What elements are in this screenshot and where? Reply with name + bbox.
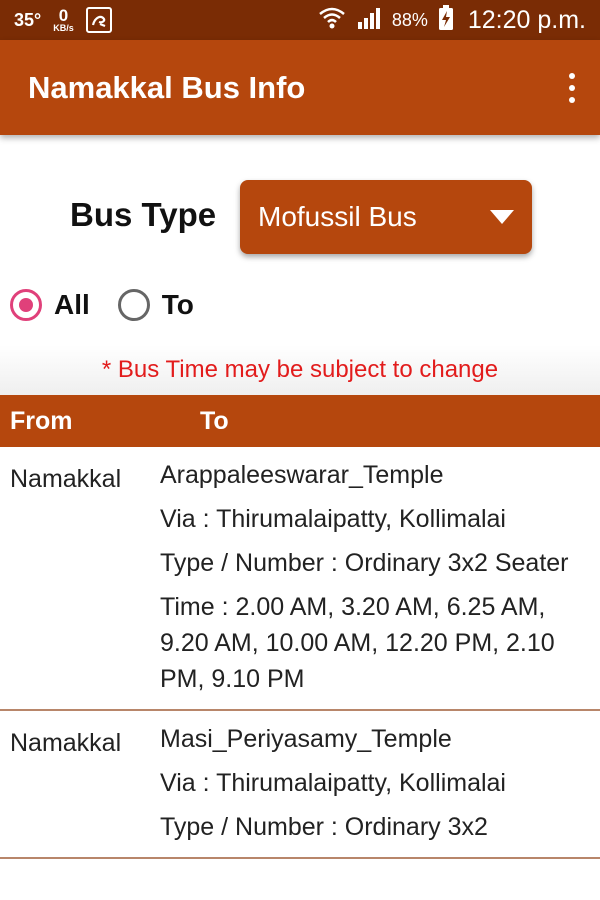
row-from: Namakkal	[10, 729, 122, 757]
column-header-to: To	[200, 407, 229, 435]
row-via: Via : Thirumalaipatty, Kollimalai	[160, 505, 506, 533]
battery-percent: 88%	[391, 9, 428, 30]
bus-type-selected: Mofussil Bus	[258, 201, 417, 232]
network-speed-unit: KB/s	[53, 23, 74, 33]
app-notification-icon	[85, 7, 112, 33]
row-detail: Arappaleeswarar_Temple Via : Thirumalaip…	[160, 457, 596, 697]
bus-list[interactable]: Namakkal Arappaleeswarar_Temple Via : Th…	[0, 447, 600, 900]
row-from: Namakkal	[10, 465, 122, 493]
battery-charging-icon	[438, 4, 454, 36]
bus-row[interactable]: Namakkal Arappaleeswarar_Temple Via : Th…	[0, 447, 600, 711]
clock: 12:20 p.m.	[467, 5, 586, 34]
menu-dot	[569, 85, 575, 91]
table-header: From To	[0, 395, 600, 447]
radio-checked-icon	[10, 289, 42, 321]
status-bar-left: 35° 0 KB/s	[14, 0, 112, 40]
notice-area: * Bus Time may be subject to change	[0, 345, 600, 395]
radio-all-label: All	[54, 289, 90, 320]
status-bar: 35° 0 KB/s 88% 12:20 p.m.	[0, 0, 600, 40]
app-title: Namakkal Bus Info	[28, 70, 306, 105]
caret-down-icon	[490, 210, 514, 224]
row-type: Type / Number : Ordinary 3x2	[160, 813, 488, 841]
bus-type-dropdown[interactable]: Mofussil Bus	[240, 180, 532, 254]
column-header-from: From	[10, 407, 73, 435]
row-destination: Arappaleeswarar_Temple	[160, 461, 444, 489]
bus-row[interactable]: Namakkal Masi_Periyasamy_Temple Via : Th…	[0, 711, 600, 859]
network-speed: 0 KB/s	[53, 7, 74, 33]
row-detail: Masi_Periyasamy_Temple Via : Thirumalaip…	[160, 721, 596, 845]
menu-dot	[569, 97, 575, 103]
time-change-notice: * Bus Time may be subject to change	[101, 356, 499, 383]
status-bar-right: 88% 12:20 p.m.	[318, 0, 586, 40]
app-bar: Namakkal Bus Info	[0, 40, 600, 135]
radio-to[interactable]: To	[117, 289, 194, 321]
row-destination: Masi_Periyasamy_Temple	[160, 725, 452, 753]
filter-radio-group: All To	[10, 280, 222, 330]
temperature: 35°	[14, 9, 42, 30]
wifi-icon	[318, 5, 346, 36]
menu-dot	[569, 73, 575, 79]
network-speed-value: 0	[58, 6, 69, 25]
bus-type-label: Bus Type	[70, 196, 217, 233]
radio-all[interactable]: All	[10, 289, 90, 321]
signal-icon	[356, 6, 382, 35]
more-vert-icon[interactable]	[560, 70, 584, 106]
radio-to-label: To	[161, 289, 194, 320]
row-via: Via : Thirumalaipatty, Kollimalai	[160, 769, 506, 797]
radio-unchecked-icon	[117, 289, 150, 321]
row-type: Type / Number : Ordinary 3x2 Seater	[160, 549, 569, 577]
row-time: Time : 2.00 AM, 3.20 AM, 6.25 AM, 9.20 A…	[160, 593, 555, 693]
